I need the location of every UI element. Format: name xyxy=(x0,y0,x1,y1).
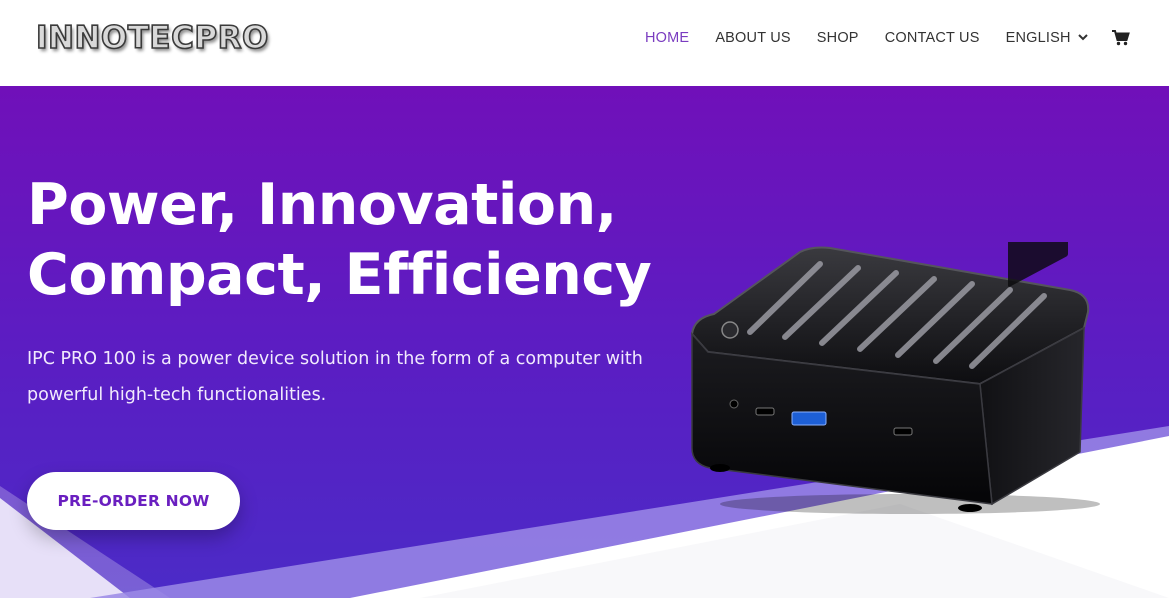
description-line-2: powerful high-tech functionalities. xyxy=(27,385,327,405)
headline-line-1: Power, Innovation, xyxy=(27,172,617,238)
cart-icon[interactable] xyxy=(1111,30,1130,46)
nav-contact-us[interactable]: CONTACT US xyxy=(885,30,980,46)
hero-headline: Power, Innovation, Compact, Efficiency xyxy=(27,170,687,310)
main-nav: HOME ABOUT US SHOP CONTACT US ENGLISH xyxy=(645,30,1130,46)
site-logo[interactable]: INNOTECPRO xyxy=(35,19,269,57)
chevron-down-icon xyxy=(1077,33,1088,44)
nav-home[interactable]: HOME xyxy=(645,30,689,46)
nav-about-us[interactable]: ABOUT US xyxy=(715,30,790,46)
mini-pc-image xyxy=(690,242,1100,514)
hero-description: IPC PRO 100 is a power device solution i… xyxy=(27,341,647,413)
nav-language-dropdown[interactable]: ENGLISH xyxy=(1006,30,1088,46)
pre-order-button[interactable]: PRE-ORDER NOW xyxy=(27,472,240,530)
description-line-1: IPC PRO 100 is a power device solution i… xyxy=(27,349,643,369)
nav-language-label: ENGLISH xyxy=(1005,30,1071,46)
nav-shop[interactable]: SHOP xyxy=(817,30,859,46)
headline-line-2: Compact, Efficiency xyxy=(27,242,652,308)
site-header: INNOTECPRO HOME ABOUT US SHOP CONTACT US… xyxy=(0,0,1169,86)
hero-section: Power, Innovation, Compact, Efficiency I… xyxy=(0,86,1169,598)
